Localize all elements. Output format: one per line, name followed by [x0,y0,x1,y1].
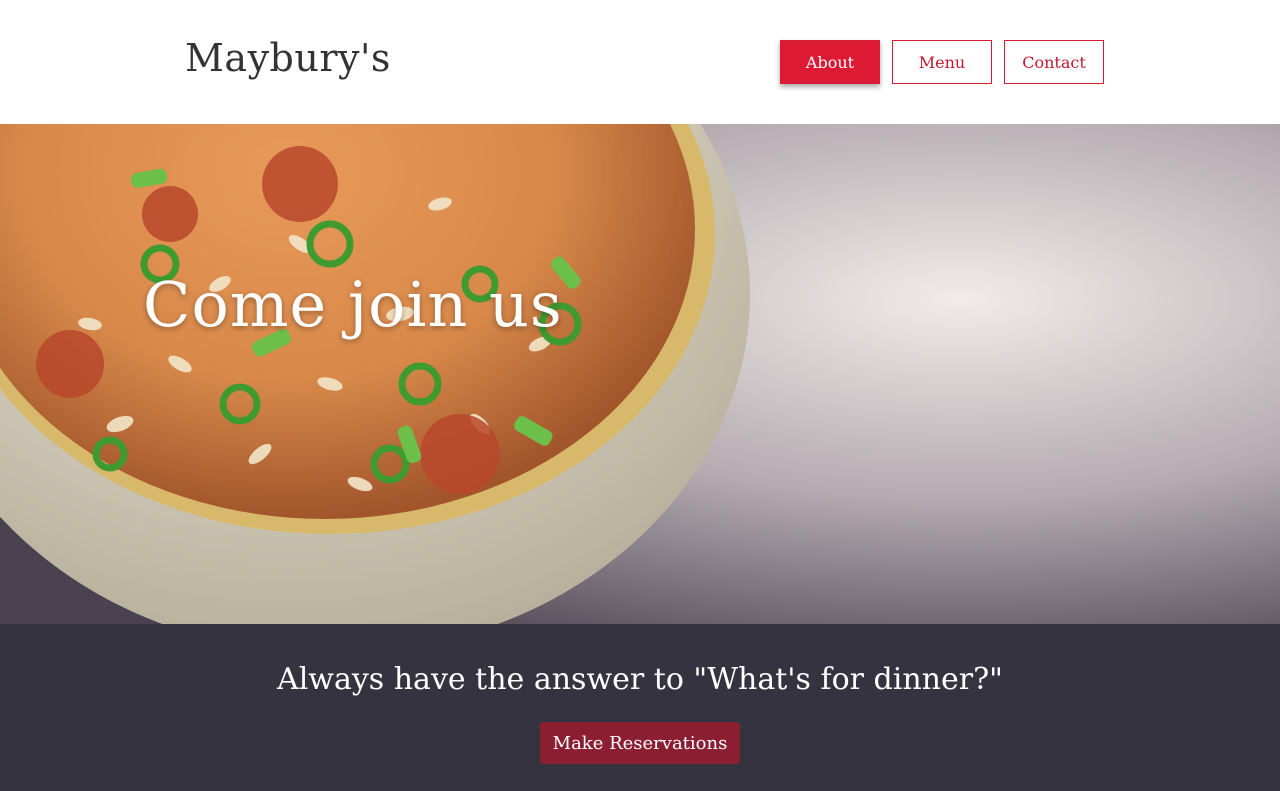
brand-logo[interactable]: Maybury's [185,36,391,80]
make-reservations-button[interactable]: Make Reservations [540,722,740,764]
nav-about-button[interactable]: About [780,40,880,84]
nav-menu-button[interactable]: Menu [892,40,992,84]
cta-section: Always have the answer to "What's for di… [0,624,1280,791]
cta-tagline: Always have the answer to "What's for di… [277,662,1003,697]
hero-food-image [0,124,1280,624]
hero-title: Come join us [143,268,563,341]
hero-banner: Come join us [0,124,1280,624]
site-header: Maybury's About Menu Contact [0,0,1280,124]
main-nav: About Menu Contact [780,40,1104,84]
nav-contact-button[interactable]: Contact [1004,40,1104,84]
